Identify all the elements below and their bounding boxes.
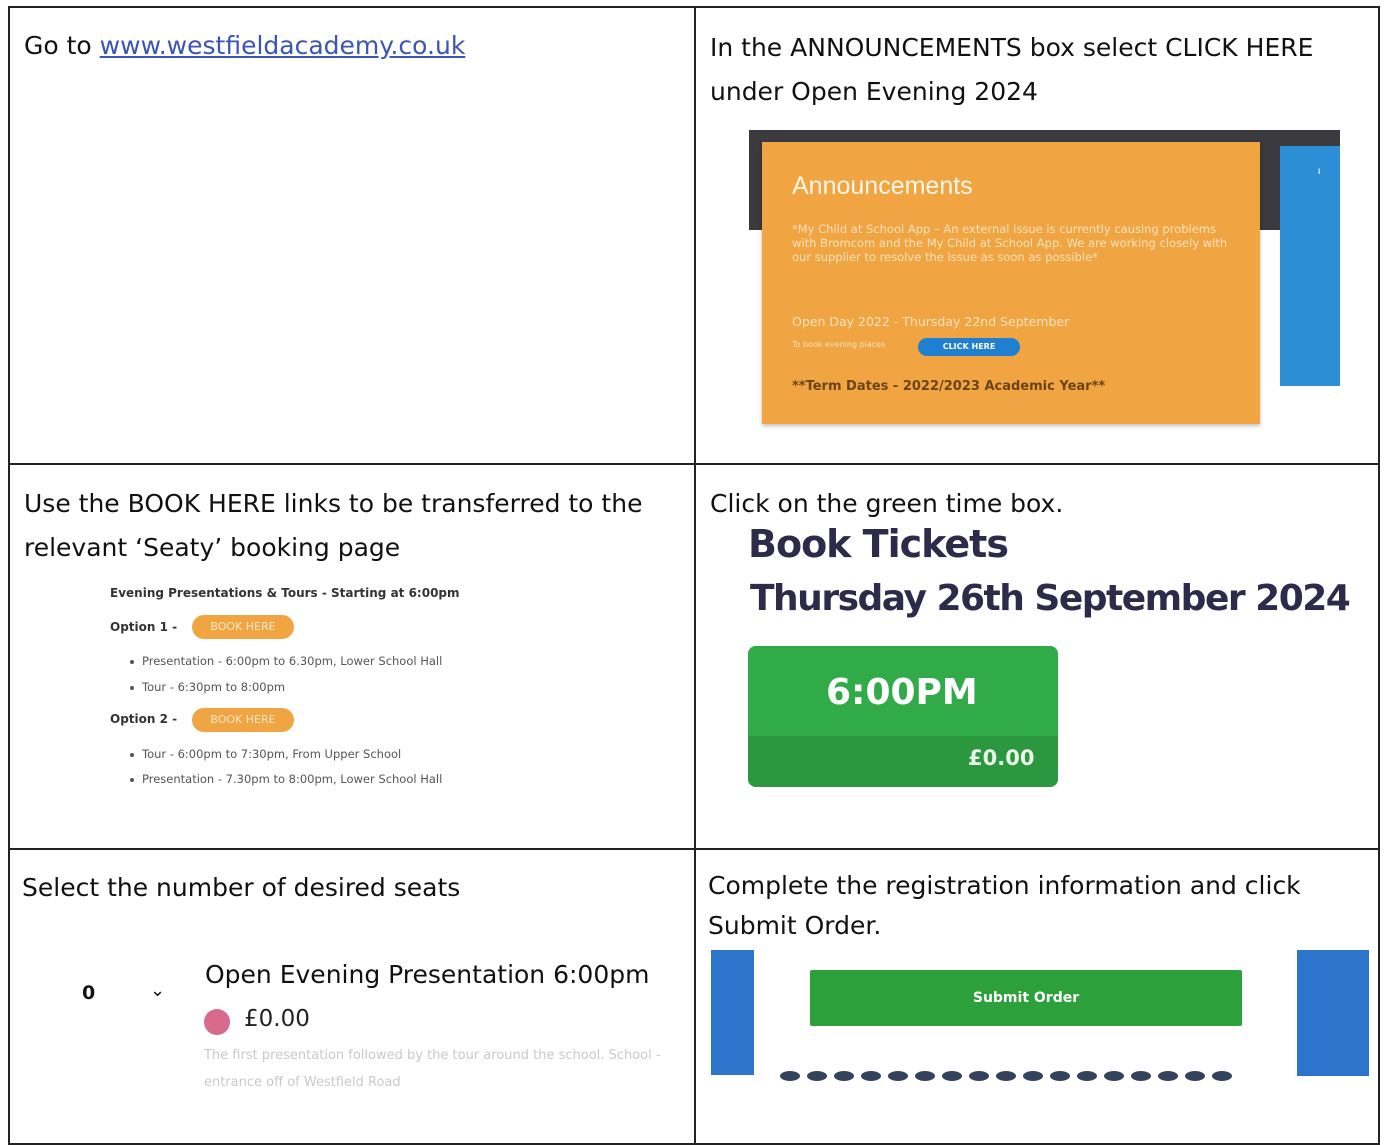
announcement-book-text: To book evening places [792, 340, 886, 349]
step2-text: In the ANNOUNCEMENTS box select CLICK HE… [710, 33, 1314, 106]
step4-text: Click on the green time box. [710, 489, 1064, 518]
option-2-item: Tour - 6:00pm to 7:30pm, From Upper Scho… [130, 747, 401, 761]
side-panel-text: l [1318, 168, 1321, 176]
book-here-button-2[interactable]: BOOK HERE [192, 708, 294, 732]
term-dates-link[interactable]: **Term Dates - 2022/2023 Academic Year** [792, 379, 1105, 394]
option-1-label: Option 1 - [110, 620, 178, 634]
evening-heading: Evening Presentations & Tours - Starting… [110, 586, 460, 600]
step1-text: Go to www.westfieldacademy.co.uk [24, 24, 465, 68]
decorative-dots [780, 1066, 1280, 1081]
event-title: Open Evening Presentation 6:00pm [205, 960, 650, 989]
step6-text: Complete the registration information an… [708, 871, 1301, 940]
form-side-left [711, 950, 754, 1075]
price-band-dot-icon [204, 1009, 230, 1035]
option-2-item: Presentation - 7.30pm to 8:00pm, Lower S… [130, 772, 442, 786]
step3-text: Use the BOOK HERE links to be transferre… [24, 489, 643, 562]
chevron-down-icon[interactable]: ⌄ [150, 980, 165, 1001]
option-1-item: Tour - 6:30pm to 8:00pm [130, 680, 285, 694]
seat-quantity-select[interactable]: 0 [82, 982, 95, 1004]
website-link[interactable]: www.westfieldacademy.co.uk [100, 31, 466, 60]
option-1-item: Presentation - 6:00pm to 6.30pm, Lower S… [130, 654, 442, 668]
green-time-box[interactable]: 6:00PM £0.00 [748, 646, 1058, 787]
event-description: The first presentation followed by the t… [204, 1048, 661, 1090]
column-divider [694, 6, 696, 1145]
row-divider-1 [8, 463, 1380, 465]
step1-prefix: Go to [24, 31, 100, 60]
book-tickets-title: Book Tickets [748, 522, 1009, 566]
book-here-button-1[interactable]: BOOK HERE [192, 615, 294, 639]
row-divider-2 [8, 848, 1380, 850]
step5-text: Select the number of desired seats [22, 873, 461, 902]
ticket-price: £0.00 [968, 746, 1035, 770]
time-label: 6:00PM [826, 672, 978, 713]
form-side-right [1297, 950, 1369, 1076]
announcement-open-day: Open Day 2022 - Thursday 22nd September [792, 314, 1070, 329]
announcement-title: Announcements [792, 172, 973, 200]
announcement-side-panel [1280, 146, 1340, 386]
submit-order-button[interactable]: Submit Order [810, 970, 1242, 1026]
seat-price: £0.00 [244, 1006, 310, 1032]
announcement-body: *My Child at School App – An external is… [792, 222, 1228, 264]
click-here-button[interactable]: CLICK HERE [918, 338, 1020, 356]
event-date: Thursday 26th September 2024 [750, 578, 1351, 619]
option-2-label: Option 2 - [110, 712, 178, 726]
